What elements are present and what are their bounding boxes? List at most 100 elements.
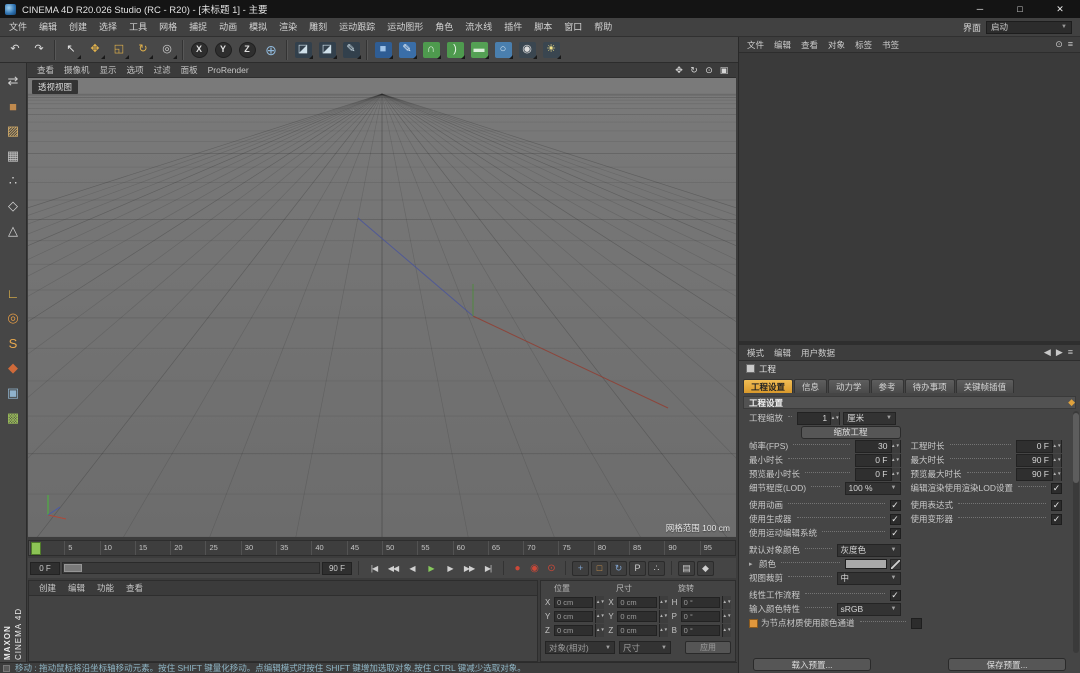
lod-dropdown[interactable]: 100 % ▼ <box>844 481 901 495</box>
viewport-menu-item[interactable]: 面板 <box>176 63 203 78</box>
size-field[interactable]: 0 cm <box>617 625 657 636</box>
sky-object-button[interactable]: ○ <box>491 39 515 61</box>
snap-settings-button[interactable]: S <box>1 331 26 355</box>
bend-deformer-button[interactable]: ) <box>443 39 467 61</box>
panel-menu-icon[interactable]: ≡ <box>1068 39 1073 50</box>
timeline-tick[interactable]: 60 <box>452 541 488 555</box>
timeline-tick[interactable]: 35 <box>276 541 311 555</box>
timeline-tick[interactable]: 30 <box>240 541 276 555</box>
preview-min-field[interactable]: 0 F ▲▼ <box>854 467 901 481</box>
record-pla-toggle[interactable]: ∴ <box>648 560 665 576</box>
expander-icon[interactable]: ▸ <box>749 560 756 568</box>
project-time-field[interactable]: 0 F ▲▼ <box>1016 439 1062 453</box>
enable-axis-button[interactable]: ∟ <box>1 281 26 305</box>
spinner[interactable]: ▲▼ <box>830 411 840 425</box>
lock-y-axis-button[interactable]: Y <box>211 39 235 61</box>
lock-workplane-button[interactable]: ▣ <box>1 381 26 405</box>
position-field[interactable]: 0 cm <box>554 611 594 622</box>
render-picture-viewer-button[interactable]: ◪ <box>315 39 339 61</box>
rotation-field[interactable]: 0 ° <box>680 611 720 622</box>
record-keyframe-button[interactable]: ● <box>510 561 525 576</box>
object-menu-item[interactable]: 对象 <box>823 37 850 53</box>
spinner[interactable]: ▲▼ <box>1052 453 1061 467</box>
timeline-tick[interactable]: 40 <box>311 541 346 555</box>
attribute-tab[interactable]: 待办事项 <box>904 379 955 393</box>
fps-field[interactable]: 30 ▲▼ <box>854 439 901 453</box>
spinner[interactable]: ▲▼ <box>721 624 731 637</box>
app-icon[interactable] <box>5 3 16 15</box>
orbit-view-icon[interactable]: ↻ <box>688 65 700 76</box>
render-view-button[interactable]: ◪ <box>291 39 315 61</box>
toggle-layout-icon[interactable]: ▣ <box>718 65 730 76</box>
scrollbar-thumb[interactable] <box>1073 413 1079 483</box>
object-list-area[interactable] <box>739 53 1080 341</box>
viewport-menu-item[interactable]: 选项 <box>122 63 149 78</box>
zoom-view-icon[interactable]: ⊙ <box>703 65 715 76</box>
layout-dropdown[interactable]: 启动 ▼ <box>986 20 1072 34</box>
maximize-button[interactable]: □ <box>1000 0 1040 18</box>
attribute-menu-item[interactable]: 编辑 <box>769 345 796 361</box>
eyedropper-icon[interactable] <box>889 558 901 570</box>
menu-item[interactable]: 角色 <box>429 18 459 37</box>
timeline-slider[interactable] <box>62 562 320 574</box>
material-list-area[interactable] <box>29 596 537 661</box>
minimize-button[interactable]: ─ <box>960 0 1000 18</box>
min-time-field[interactable]: 0 F ▲▼ <box>854 453 901 467</box>
next-key-button[interactable]: ▶▶ <box>460 561 478 576</box>
record-scale-toggle[interactable]: □ <box>591 560 608 576</box>
spinner[interactable]: ▲▼ <box>890 453 900 467</box>
texture-mode-button[interactable]: ▨ <box>1 119 26 143</box>
size-field[interactable]: 0 cm <box>617 597 657 608</box>
model-mode-button[interactable]: ■ <box>1 94 26 118</box>
coordinate-space-dropdown[interactable]: 对象(相对) ▼ <box>545 641 615 654</box>
history-forward-icon[interactable]: ▶ <box>1056 347 1063 358</box>
max-time-field[interactable]: 90 F ▲▼ <box>1016 453 1062 467</box>
view-label[interactable]: 透视视图 <box>32 80 79 94</box>
use-generators-checkbox[interactable]: ✓ <box>889 513 901 525</box>
attribute-tab[interactable]: 参考 <box>870 379 904 393</box>
node-colors-checkbox[interactable] <box>911 617 922 629</box>
pan-view-icon[interactable]: ✥ <box>673 65 685 76</box>
object-menu-item[interactable]: 书签 <box>877 37 904 53</box>
menu-item[interactable]: 工具 <box>123 18 153 37</box>
color-swatch[interactable] <box>844 559 887 569</box>
edges-mode-button[interactable]: ◇ <box>1 194 26 218</box>
range-end-field[interactable]: 90 F <box>322 561 352 575</box>
live-selection-tool[interactable]: ↖ <box>59 39 83 61</box>
record-options-button[interactable]: ⊙ <box>544 561 559 576</box>
viewport-menu-item[interactable]: 过滤 <box>149 63 176 78</box>
timeline-tick[interactable]: 65 <box>487 541 523 555</box>
lock-z-axis-button[interactable]: Z <box>235 39 259 61</box>
camera-object-button[interactable]: ◉ <box>515 39 539 61</box>
material-menu-item[interactable]: 编辑 <box>62 581 91 596</box>
timeline-options-button[interactable]: ◆ <box>697 560 714 576</box>
position-field[interactable]: 0 cm <box>554 625 594 636</box>
attribute-tab[interactable]: 关键帧插值 <box>955 379 1015 393</box>
move-tool[interactable]: ✥ <box>83 39 107 61</box>
section-header[interactable]: 工程设置 <box>743 396 1076 409</box>
attribute-scrollbar[interactable] <box>1073 411 1079 653</box>
spinner[interactable]: ▲▼ <box>658 624 668 637</box>
spinner[interactable]: ▲▼ <box>721 596 731 609</box>
rotation-field[interactable]: 0 ° <box>680 597 720 608</box>
save-preset-button[interactable]: 保存预置... <box>948 658 1066 671</box>
menu-item[interactable]: 脚本 <box>528 18 558 37</box>
autokeying-button[interactable]: ◉ <box>527 561 542 576</box>
spinner[interactable]: ▲▼ <box>595 610 605 623</box>
points-mode-button[interactable]: ∴ <box>1 169 26 193</box>
load-preset-button[interactable]: 载入预置... <box>753 658 871 671</box>
attribute-menu-item[interactable]: 用户数据 <box>796 345 840 361</box>
menu-item[interactable]: 渲染 <box>273 18 303 37</box>
menu-item[interactable]: 插件 <box>498 18 528 37</box>
slider-handle[interactable] <box>64 564 82 572</box>
keyframe-selection-button[interactable]: ▤ <box>678 560 695 576</box>
attribute-menu-item[interactable]: 模式 <box>742 345 769 361</box>
panel-menu-icon[interactable]: ≡ <box>1068 347 1073 358</box>
use-motion-system-checkbox[interactable]: ✓ <box>889 527 901 539</box>
timeline-tick[interactable]: 70 <box>523 541 558 555</box>
close-button[interactable]: ✕ <box>1040 0 1080 18</box>
timeline-tick[interactable]: 45 <box>346 541 382 555</box>
timeline-tick[interactable]: 15 <box>134 541 170 555</box>
menu-item[interactable]: 运动跟踪 <box>333 18 381 37</box>
redo-button[interactable]: ↷ <box>27 39 51 61</box>
